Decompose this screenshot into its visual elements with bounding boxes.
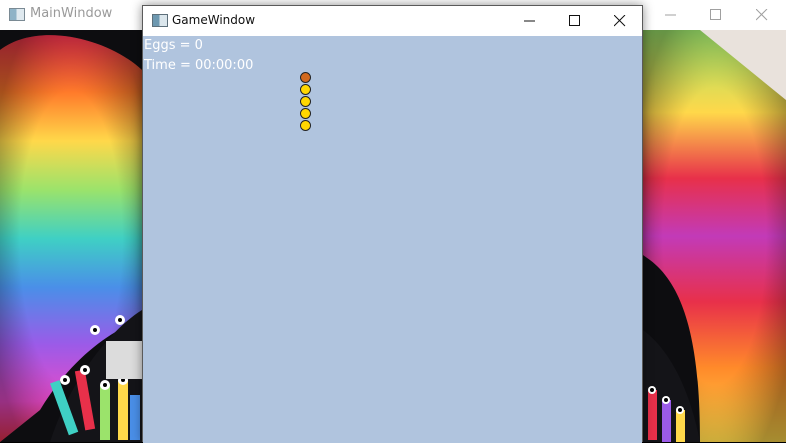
app-window-icon <box>9 8 25 21</box>
game-canvas[interactable]: Eggs = 0 Time = 00:00:00 <box>143 36 642 443</box>
snake-body-segment <box>300 108 311 119</box>
background-panel <box>106 341 146 379</box>
game-window-title: GameWindow <box>172 13 256 27</box>
snake-head <box>300 72 311 83</box>
time-counter: Time = 00:00:00 <box>144 58 254 73</box>
main-minimize-button[interactable] <box>648 0 694 30</box>
snake-body-segment <box>300 84 311 95</box>
game-titlebar[interactable]: GameWindow <box>143 6 642 36</box>
maximize-icon <box>710 9 721 20</box>
eggs-counter: Eggs = 0 <box>144 38 203 53</box>
close-icon <box>614 15 626 27</box>
snake-body-segment <box>300 120 311 131</box>
minimize-icon <box>665 14 676 16</box>
minimize-icon <box>524 20 535 22</box>
main-maximize-button[interactable] <box>693 0 739 30</box>
game-maximize-button[interactable] <box>552 6 598 36</box>
game-minimize-button[interactable] <box>507 6 553 36</box>
app-window-icon <box>152 14 168 27</box>
close-icon <box>756 9 768 21</box>
main-close-button[interactable] <box>739 0 785 30</box>
main-window-title: MainWindow <box>30 6 113 21</box>
game-close-button[interactable] <box>597 6 643 36</box>
maximize-icon <box>569 15 580 26</box>
game-window: GameWindow Eggs = 0 Time = 00:00:00 <box>142 5 643 443</box>
snake-body-segment <box>300 96 311 107</box>
